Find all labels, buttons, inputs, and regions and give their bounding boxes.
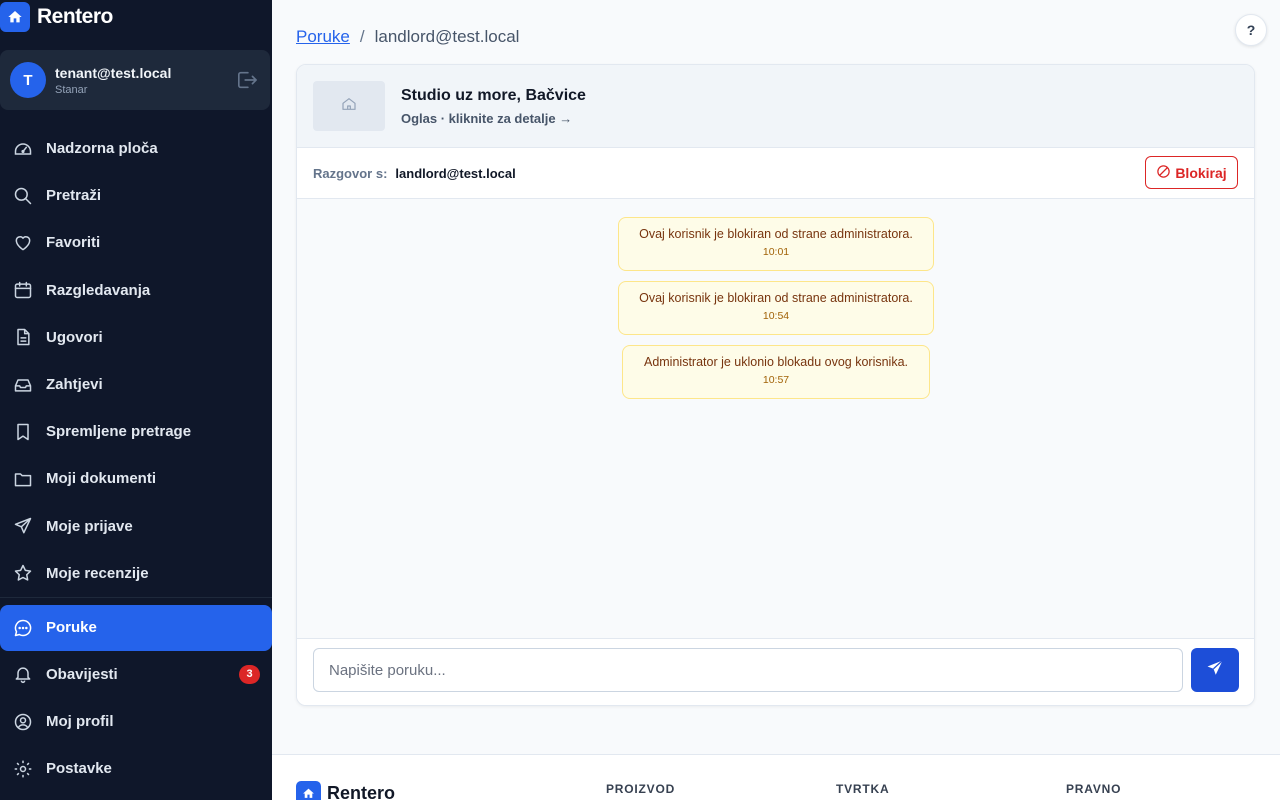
sidebar-item-ugovori[interactable]: Ugovori xyxy=(0,314,272,361)
nav-divider xyxy=(0,596,272,598)
footer-brand[interactable]: Rentero xyxy=(296,781,395,800)
heart-icon xyxy=(13,233,33,253)
message-text: Ovaj korisnik je blokiran od strane admi… xyxy=(639,227,913,241)
listing-details-link[interactable]: Oglas · kliknite za detalje → xyxy=(401,111,586,126)
sidebar-item-label: Postavke xyxy=(46,760,112,778)
sidebar-item-label: Zahtjevi xyxy=(46,376,103,394)
sidebar-item-moji-dokumenti[interactable]: Moji dokumenti xyxy=(0,455,272,502)
sidebar-item-label: Moj profil xyxy=(46,713,114,731)
home-icon xyxy=(341,96,357,117)
sidebar-item-postavke[interactable]: Postavke xyxy=(0,745,272,792)
folder-icon xyxy=(13,469,33,489)
bookmark-icon xyxy=(13,422,33,442)
system-message: Ovaj korisnik je blokiran od strane admi… xyxy=(618,217,934,271)
dashboard-icon xyxy=(13,139,33,159)
user-circle-icon xyxy=(13,712,33,732)
conversation-bar: Razgovor s: landlord@test.local Blokiraj xyxy=(297,148,1254,199)
chat-icon xyxy=(13,618,33,638)
message-text: Administrator je uklonio blokadu ovog ko… xyxy=(643,355,909,369)
inbox-icon xyxy=(13,375,33,395)
search-icon xyxy=(13,186,33,206)
sidebar-item-label: Ugovori xyxy=(46,328,103,346)
message-input[interactable] xyxy=(313,648,1183,692)
sidebar-item-pretrazi[interactable]: Pretraži xyxy=(0,172,272,219)
sidebar-item-label: Razgledavanja xyxy=(46,281,151,299)
sidebar-item-label: Moje prijave xyxy=(46,517,133,535)
footer-heading-pravno: PRAVNO xyxy=(1066,782,1122,796)
conversation-label: Razgovor s: xyxy=(313,165,388,181)
user-card: T tenant@test.local Stanar xyxy=(0,50,270,110)
sidebar-item-label: Poruke xyxy=(46,619,97,637)
sidebar-item-label: Pretraži xyxy=(46,187,102,205)
gear-icon xyxy=(13,759,33,779)
sidebar-item-label: Favoriti xyxy=(46,234,101,252)
sidebar-item-razgledavanja[interactable]: Razgledavanja xyxy=(0,267,272,314)
sidebar-item-zahtjevi[interactable]: Zahtjevi xyxy=(0,361,272,408)
avatar: T xyxy=(10,62,46,98)
logout-icon[interactable] xyxy=(236,70,258,90)
conversation-partner: landlord@test.local xyxy=(395,165,516,181)
star-icon xyxy=(13,563,33,583)
chat-panel: Studio uz more, Bačvice Oglas · kliknite… xyxy=(296,64,1255,706)
sidebar-item-moje-prijave[interactable]: Moje prijave xyxy=(0,503,272,550)
send-icon xyxy=(13,516,33,536)
sidebar-item-label: Nadzorna ploča xyxy=(46,140,158,158)
bell-icon xyxy=(13,664,33,684)
sidebar-item-label: Spremljene pretrage xyxy=(46,423,192,441)
breadcrumb: Poruke / landlord@test.local xyxy=(296,27,519,47)
document-icon xyxy=(13,327,33,347)
block-icon xyxy=(1156,164,1175,182)
calendar-icon xyxy=(13,280,33,300)
sidebar-item-label: Moji dokumenti xyxy=(46,470,156,488)
breadcrumb-link-poruke[interactable]: Poruke xyxy=(296,27,350,47)
sidebar-item-spremljene-pretrage[interactable]: Spremljene pretrage xyxy=(0,408,272,455)
sidebar-item-favoriti[interactable]: Favoriti xyxy=(0,219,272,266)
block-button[interactable]: Blokiraj xyxy=(1145,156,1238,189)
notification-badge: 3 xyxy=(239,664,260,684)
listing-title: Studio uz more, Bačvice xyxy=(401,86,586,104)
user-email: tenant@test.local xyxy=(55,64,172,81)
listing-header[interactable]: Studio uz more, Bačvice Oglas · kliknite… xyxy=(297,65,1254,148)
message-time: 10:57 xyxy=(762,374,790,386)
listing-thumbnail xyxy=(313,81,385,131)
block-button-label: Blokiraj xyxy=(1175,164,1227,181)
system-message: Ovaj korisnik je blokiran od strane admi… xyxy=(618,281,934,335)
breadcrumb-separator: / xyxy=(359,27,365,46)
sidebar-item-label: Obavijesti xyxy=(46,665,118,683)
sidebar-item-obavijesti[interactable]: Obavijesti 3 xyxy=(0,651,272,698)
user-role: Stanar xyxy=(55,83,88,96)
brand-name: Rentero xyxy=(37,5,113,28)
message-composer xyxy=(297,638,1254,705)
footer-brand-name: Rentero xyxy=(327,783,396,800)
breadcrumb-current: landlord@test.local xyxy=(374,27,520,46)
main-content: Poruke / landlord@test.local ? Studio uz… xyxy=(272,0,1280,800)
sidebar-item-moj-profil[interactable]: Moj profil xyxy=(0,698,272,745)
footer: Rentero PROIZVOD TVRTKA PRAVNO xyxy=(272,754,1280,800)
footer-heading-tvrtka: TVRTKA xyxy=(836,782,890,796)
message-text: Ovaj korisnik je blokiran od strane admi… xyxy=(639,291,913,305)
message-time: 10:54 xyxy=(762,310,790,322)
send-icon xyxy=(1206,659,1224,682)
sidebar-item-nadzorna-ploca[interactable]: Nadzorna ploča xyxy=(0,125,272,172)
sidebar: Rentero T tenant@test.local Stanar Nadzo… xyxy=(0,0,272,800)
sidebar-item-label: Moje recenzije xyxy=(46,564,149,582)
home-icon xyxy=(0,2,30,32)
footer-heading-proizvod: PROIZVOD xyxy=(606,782,676,796)
send-button[interactable] xyxy=(1191,648,1239,692)
help-button[interactable]: ? xyxy=(1235,14,1267,46)
message-time: 10:01 xyxy=(762,246,790,258)
brand[interactable]: Rentero xyxy=(0,0,113,34)
system-message: Administrator je uklonio blokadu ovog ko… xyxy=(622,345,930,399)
home-icon xyxy=(296,781,321,800)
sidebar-item-poruke[interactable]: Poruke xyxy=(0,604,272,651)
message-list: Ovaj korisnik je blokiran od strane admi… xyxy=(297,199,1254,639)
sidebar-item-moje-recenzije[interactable]: Moje recenzije xyxy=(0,550,272,597)
sidebar-nav: Nadzorna ploča Pretraži Favoriti Razgled… xyxy=(0,125,272,792)
